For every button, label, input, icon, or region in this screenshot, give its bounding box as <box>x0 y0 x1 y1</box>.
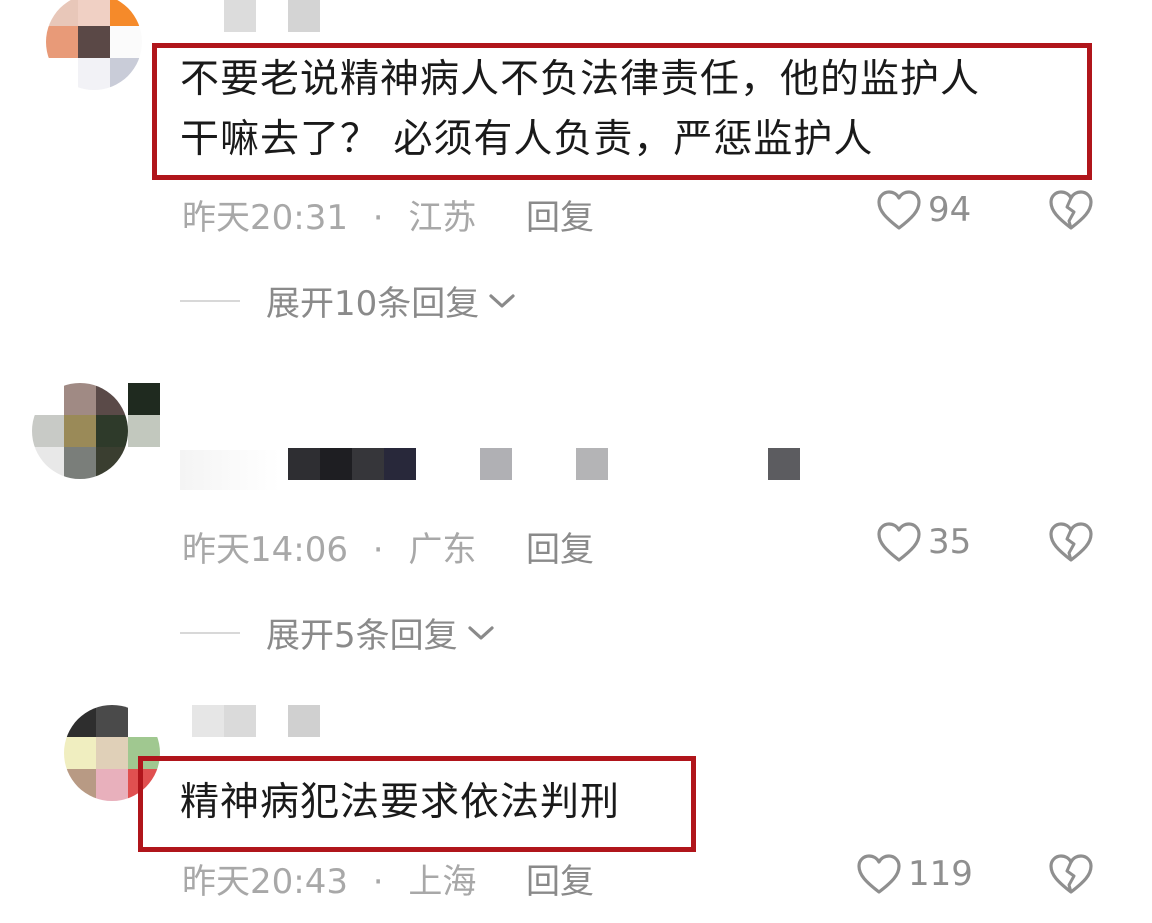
divider-line <box>180 631 240 634</box>
location: 广东 <box>408 530 477 570</box>
avatar-edge <box>128 383 160 415</box>
heart-outline-icon <box>857 854 901 894</box>
separator: · <box>372 862 384 902</box>
like-count: 35 <box>928 522 972 562</box>
like-button[interactable]: 94 <box>876 189 971 231</box>
expand-replies-label: 展开10条回复 <box>266 284 480 324</box>
dislike-button[interactable] <box>1048 853 1094 899</box>
location: 江苏 <box>408 198 477 238</box>
chevron-down-icon <box>489 293 515 308</box>
divider-line <box>180 299 240 302</box>
expand-replies-button[interactable]: 展开5条回复 <box>180 608 496 657</box>
comment-meta: 昨天20:43 · 上海 <box>182 854 476 903</box>
comment-text-line2: 干嘛去了？ 必须有人负责，严惩监护人 <box>180 117 874 162</box>
like-button[interactable]: 35 <box>876 521 971 563</box>
comment-text-line1: 精神病犯法要求依法判刑 <box>180 780 621 825</box>
broken-heart-icon <box>1049 522 1093 562</box>
broken-heart-icon <box>1049 190 1093 230</box>
timestamp: 昨天20:31 <box>182 198 348 238</box>
timestamp: 昨天20:43 <box>182 862 348 902</box>
reply-button[interactable]: 回复 <box>526 522 594 571</box>
separator: · <box>372 198 384 238</box>
comment-text-blurred-smudge <box>180 450 280 490</box>
username-blurred[interactable] <box>192 705 320 737</box>
expand-replies-label: 展开5条回复 <box>266 616 458 656</box>
broken-heart-icon <box>1049 854 1093 894</box>
reply-button[interactable]: 回复 <box>526 190 594 239</box>
avatar[interactable] <box>32 383 128 479</box>
expand-replies-button[interactable]: 展开10条回复 <box>180 276 517 325</box>
separator: · <box>372 530 384 570</box>
chevron-down-icon <box>468 625 494 640</box>
avatar[interactable] <box>46 0 142 90</box>
like-count: 119 <box>908 854 973 894</box>
like-count: 94 <box>928 190 972 230</box>
timestamp: 昨天14:06 <box>182 530 348 570</box>
reply-button[interactable]: 回复 <box>526 854 594 903</box>
heart-outline-icon <box>877 190 921 230</box>
username-blurred[interactable] <box>192 0 320 32</box>
comment-meta: 昨天20:31 · 江苏 <box>182 190 476 239</box>
avatar-edge <box>128 415 160 447</box>
comment-text-line1: 不要老说精神病人不负法律责任，他的监护人 <box>180 57 981 102</box>
comment-text-blurred <box>288 448 800 480</box>
location: 上海 <box>408 862 477 902</box>
heart-outline-icon <box>877 522 921 562</box>
comment-meta: 昨天14:06 · 广东 <box>182 522 476 571</box>
like-button[interactable]: 119 <box>856 853 973 895</box>
dislike-button[interactable] <box>1048 189 1094 235</box>
dislike-button[interactable] <box>1048 521 1094 567</box>
